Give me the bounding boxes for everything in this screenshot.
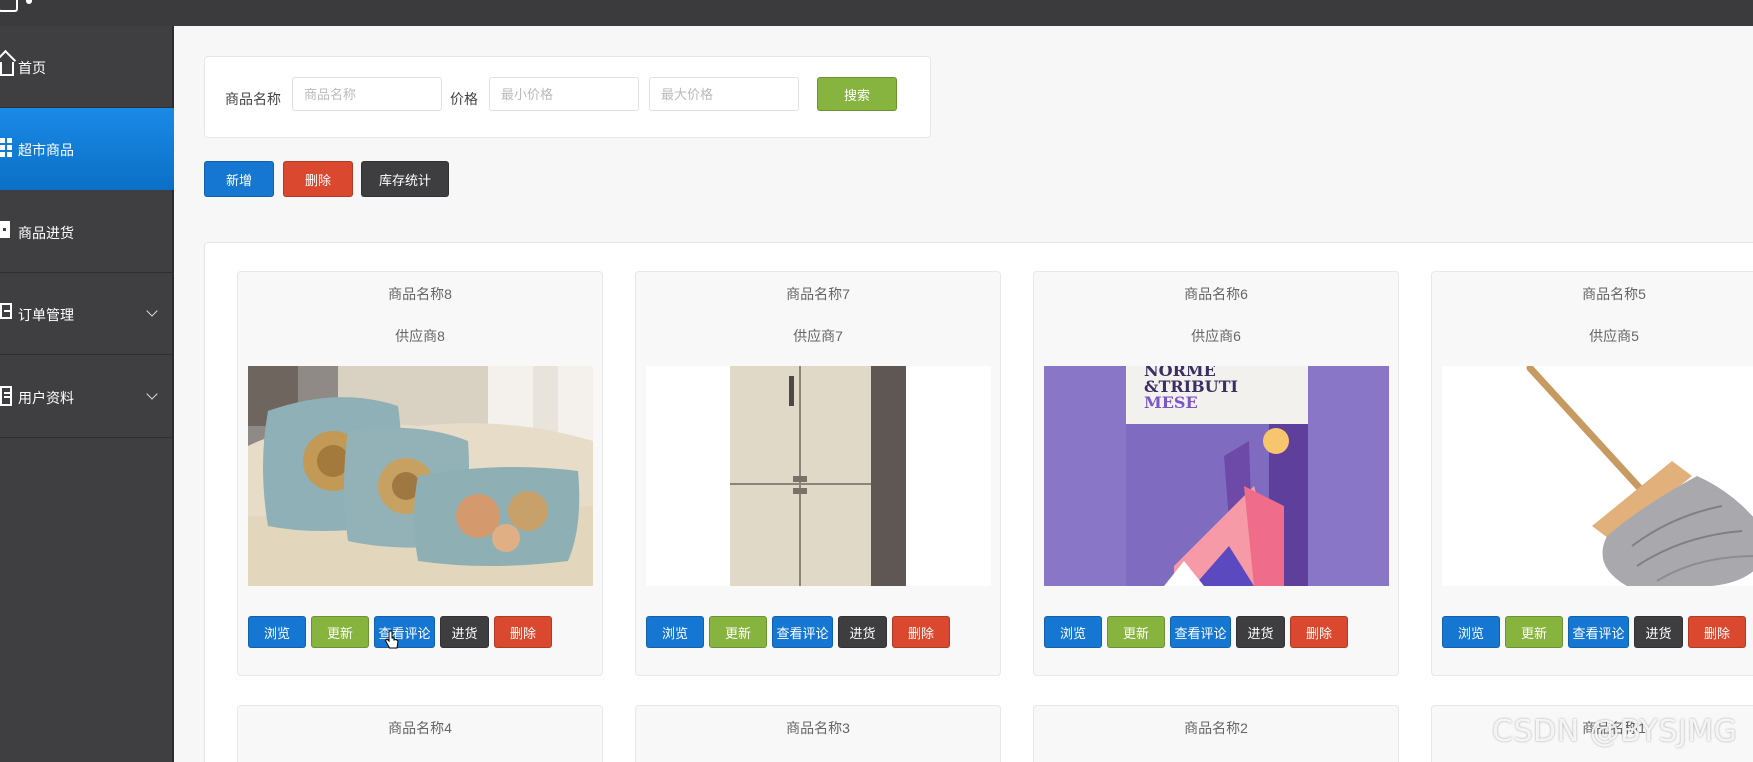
sidebar-item-label: 超市商品 <box>18 142 74 158</box>
max-price-input[interactable] <box>649 77 799 111</box>
product-supplier: 供应商5 <box>1589 328 1639 344</box>
product-image-refrigerator[interactable] <box>646 366 991 586</box>
view-reviews-button[interactable]: 查看评论 <box>1568 616 1629 648</box>
product-list-panel: 商品名称8 供应商8 浏览 更新 查看评论 进货 删除 商品名称7 供应商7 浏… <box>204 242 1753 762</box>
inbox-icon <box>0 221 10 238</box>
sidebar-item-orders[interactable]: 订单管理 <box>0 273 174 355</box>
min-price-input[interactable] <box>489 77 639 111</box>
sidebar-item-user-profile[interactable]: 用户资料 <box>0 356 174 438</box>
product-name: 商品名称6 <box>1184 286 1248 302</box>
product-card: 商品名称3 <box>635 705 1001 762</box>
stock-stats-button[interactable]: 库存统计 <box>361 161 449 197</box>
chevron-down-icon[interactable] <box>146 305 158 317</box>
restock-button[interactable]: 进货 <box>1236 616 1285 648</box>
chevron-down-icon[interactable] <box>146 388 158 400</box>
product-card: 商品名称7 供应商7 浏览 更新 查看评论 进货 删除 <box>635 271 1001 676</box>
order-icon <box>0 303 12 319</box>
top-bar <box>0 0 1753 26</box>
product-supplier: 供应商6 <box>1191 328 1241 344</box>
view-button[interactable]: 浏览 <box>1442 616 1500 648</box>
delete-product-button[interactable]: 删除 <box>1688 616 1746 648</box>
product-image-book[interactable]: NORME &TRIBUTI MESE <box>1044 366 1389 586</box>
update-button[interactable]: 更新 <box>1107 616 1165 648</box>
home-icon <box>0 62 14 76</box>
restock-button[interactable]: 进货 <box>838 616 887 648</box>
product-card: 商品名称6 供应商6 NORME &TRIBUTI MESE 浏览 更新 查看评… <box>1033 271 1399 676</box>
product-supplier: 供应商7 <box>793 328 843 344</box>
sidebar-item-purchase[interactable]: 商品进货 <box>0 191 174 273</box>
restock-button[interactable]: 进货 <box>1634 616 1683 648</box>
product-name: 商品名称3 <box>786 720 850 736</box>
view-button[interactable]: 浏览 <box>646 616 704 648</box>
product-card: 商品名称4 <box>237 705 603 762</box>
product-name: 商品名称2 <box>1184 720 1248 736</box>
app-logo-icon <box>0 0 18 12</box>
grid-icon <box>0 138 12 157</box>
hand-cursor-icon <box>385 630 399 649</box>
search-panel: 商品名称 价格 搜索 <box>204 56 931 138</box>
search-button[interactable]: 搜索 <box>817 77 897 111</box>
sidebar-item-label: 用户资料 <box>18 390 74 406</box>
watermark: CSDN @BYSJMG <box>1492 714 1738 749</box>
add-button[interactable]: 新增 <box>204 161 274 197</box>
view-reviews-button[interactable]: 查看评论 <box>772 616 833 648</box>
product-image-cushions[interactable] <box>248 366 593 586</box>
product-name: 商品名称7 <box>786 286 850 302</box>
delete-button[interactable]: 删除 <box>283 161 353 197</box>
price-label: 价格 <box>450 91 478 107</box>
view-button[interactable]: 浏览 <box>248 616 306 648</box>
view-reviews-button[interactable]: 查看评论 <box>1170 616 1231 648</box>
view-reviews-button[interactable]: 查看评论 <box>374 616 435 648</box>
sidebar-item-home[interactable]: 首页 <box>0 26 174 108</box>
delete-product-button[interactable]: 删除 <box>1290 616 1348 648</box>
sidebar-item-label: 订单管理 <box>18 307 74 323</box>
top-decoration <box>26 0 32 4</box>
product-card: 商品名称2 <box>1033 705 1399 762</box>
delete-product-button[interactable]: 删除 <box>892 616 950 648</box>
product-name: 商品名称4 <box>388 720 452 736</box>
main-content: 商品名称 价格 搜索 新增 删除 库存统计 商品名称8 供应商8 <box>176 26 1753 762</box>
sidebar: 首页 超市商品 商品进货 订单管理 用户资料 <box>0 26 174 762</box>
product-name: 商品名称5 <box>1582 286 1646 302</box>
update-button[interactable]: 更新 <box>311 616 369 648</box>
restock-button[interactable]: 进货 <box>440 616 489 648</box>
product-card: 商品名称5 供应商5 浏览 更新 查看评论 进货 删除 <box>1431 271 1753 676</box>
delete-product-button[interactable]: 删除 <box>494 616 552 648</box>
view-button[interactable]: 浏览 <box>1044 616 1102 648</box>
update-button[interactable]: 更新 <box>1505 616 1563 648</box>
product-name: 商品名称8 <box>388 286 452 302</box>
sidebar-item-products[interactable]: 超市商品 <box>0 108 174 190</box>
product-image-mop[interactable] <box>1442 366 1753 586</box>
product-card: 商品名称8 供应商8 浏览 更新 查看评论 进货 删除 <box>237 271 603 676</box>
user-icon <box>0 386 12 406</box>
name-input[interactable] <box>292 77 442 111</box>
name-label: 商品名称 <box>225 91 281 107</box>
book-title-line3: MESE <box>1144 393 1198 412</box>
sidebar-item-label: 商品进货 <box>18 225 74 241</box>
sidebar-item-label: 首页 <box>18 60 46 76</box>
product-supplier: 供应商8 <box>395 328 445 344</box>
update-button[interactable]: 更新 <box>709 616 767 648</box>
